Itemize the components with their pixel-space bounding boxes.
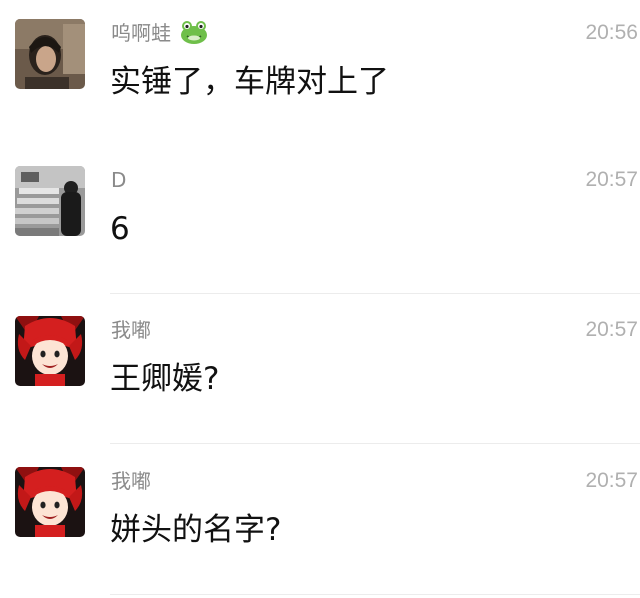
- chat-message[interactable]: 我嘟 20:57 姘头的名字?: [0, 448, 640, 598]
- message-text: 王卿媛?: [110, 361, 220, 397]
- divider: [110, 443, 640, 444]
- message-text: 实锤了，车牌对上了: [110, 64, 389, 100]
- sender-name: 呜啊蛙: [111, 18, 209, 48]
- divider: [110, 594, 640, 595]
- message-time: 20:56: [585, 21, 638, 44]
- frog-icon: [181, 21, 208, 44]
- sender-name: D: [111, 168, 127, 192]
- street-scene-icon: [15, 166, 85, 236]
- avatar[interactable]: [15, 467, 85, 537]
- chat-message[interactable]: 呜啊蛙 20:56 实锤了，车牌对上了: [0, 0, 640, 150]
- sender-name: 我嘟: [111, 469, 151, 493]
- avatar[interactable]: [15, 19, 85, 89]
- cartoon-girl-icon: [15, 316, 85, 386]
- message-text: 姘头的名字?: [110, 512, 282, 548]
- avatar[interactable]: [15, 166, 85, 236]
- chat-message-list: 呜啊蛙 20:56 实锤了，车牌对上了 D 20:57 6 我嘟 20:57 王…: [0, 0, 640, 595]
- chat-message[interactable]: D 20:57 6: [0, 147, 640, 297]
- sender-name: 我嘟: [111, 318, 151, 342]
- divider: [110, 293, 640, 294]
- chat-message[interactable]: 我嘟 20:57 王卿媛?: [0, 297, 640, 447]
- cartoon-girl-icon: [15, 467, 85, 537]
- message-time: 20:57: [585, 469, 638, 492]
- message-time: 20:57: [585, 318, 638, 341]
- woman-portrait-icon: [15, 19, 85, 89]
- message-text: 6: [110, 211, 130, 247]
- message-time: 20:57: [585, 168, 638, 191]
- avatar[interactable]: [15, 316, 85, 386]
